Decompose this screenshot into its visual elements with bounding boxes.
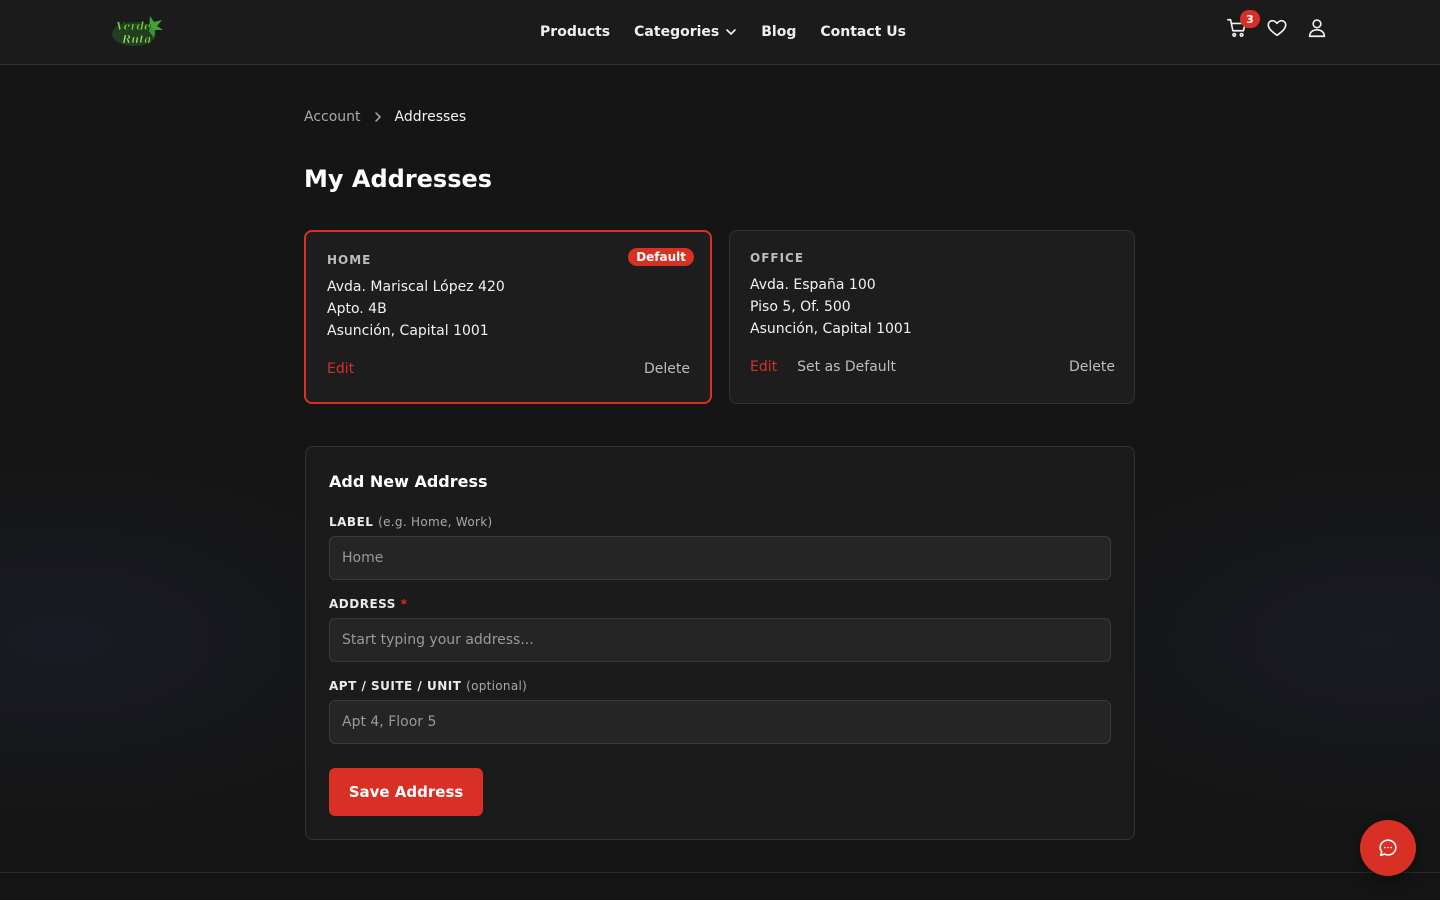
label-field-name: LABEL	[329, 515, 374, 529]
address-lines: Avda. España 100 Piso 5, Of. 500 Asunció…	[750, 274, 912, 340]
chat-button[interactable]	[1360, 820, 1416, 876]
address-line-2: Apto. 4B	[327, 301, 387, 317]
wishlist-button[interactable]	[1266, 16, 1288, 40]
account-button[interactable]	[1306, 16, 1328, 40]
address-lines: Avda. Mariscal López 420 Apto. 4B Asunci…	[327, 276, 505, 342]
breadcrumb-account-link[interactable]: Account	[304, 109, 361, 125]
address-line-3: Asunción, Capital 1001	[750, 321, 912, 337]
cart-count-badge: 3	[1240, 10, 1260, 28]
header-actions: 3	[1226, 10, 1328, 40]
save-address-button[interactable]: Save Address	[329, 768, 483, 816]
address-label: HOME	[327, 253, 372, 267]
address-line-2: Piso 5, Of. 500	[750, 299, 851, 315]
delete-address-button[interactable]: Delete	[644, 361, 690, 377]
nav-contact-us[interactable]: Contact Us	[820, 24, 906, 40]
address-input[interactable]	[329, 618, 1111, 662]
address-line-1: Avda. Mariscal López 420	[327, 279, 505, 295]
delete-address-button[interactable]: Delete	[1069, 359, 1115, 375]
form-title: Add New Address	[329, 472, 488, 491]
chat-bubble-icon	[1379, 839, 1397, 857]
user-icon	[1308, 19, 1326, 38]
site-header: Verde Ruta Products Categories Blog Cont…	[0, 0, 1440, 65]
apt-field-hint: (optional)	[466, 679, 528, 693]
address-line-1: Avda. España 100	[750, 277, 876, 293]
chevron-right-icon	[374, 112, 381, 122]
footer	[0, 872, 1440, 900]
required-asterisk: *	[400, 597, 408, 611]
address-actions: Edit Delete	[327, 361, 690, 377]
default-badge: Default	[628, 248, 694, 266]
label-field-hint: (e.g. Home, Work)	[378, 515, 493, 529]
nav-categories-label: Categories	[634, 24, 720, 40]
label-field-label: LABEL (e.g. Home, Work)	[329, 515, 493, 529]
address-label: OFFICE	[750, 251, 805, 265]
breadcrumb-current: Addresses	[394, 109, 467, 125]
breadcrumb: Account Addresses	[304, 109, 466, 125]
nav-categories[interactable]: Categories	[634, 24, 737, 40]
address-card-office: OFFICE Avda. España 100 Piso 5, Of. 500 …	[729, 230, 1135, 404]
nav-blog[interactable]: Blog	[761, 24, 796, 40]
cart-button[interactable]: 3	[1226, 10, 1260, 40]
address-card-home: HOME Default Avda. Mariscal López 420 Ap…	[304, 230, 712, 404]
page-title: My Addresses	[304, 165, 493, 193]
main-nav: Products Categories Blog Contact Us	[0, 0, 1440, 64]
chevron-down-icon	[726, 29, 737, 36]
apt-input[interactable]	[329, 700, 1111, 744]
address-field-name: ADDRESS	[329, 597, 396, 611]
heart-icon	[1267, 19, 1287, 37]
set-default-button[interactable]: Set as Default	[797, 359, 896, 375]
address-line-3: Asunción, Capital 1001	[327, 323, 489, 339]
label-input[interactable]	[329, 536, 1111, 580]
apt-field-label: APT / SUITE / UNIT (optional)	[329, 679, 527, 693]
edit-address-button[interactable]: Edit	[327, 361, 354, 377]
address-actions: Edit Set as Default Delete	[750, 359, 1115, 375]
edit-address-button[interactable]: Edit	[750, 359, 777, 375]
apt-field-name: APT / SUITE / UNIT	[329, 679, 462, 693]
address-field-label: ADDRESS *	[329, 597, 407, 611]
nav-products[interactable]: Products	[540, 24, 610, 40]
add-address-form: Add New Address LABEL (e.g. Home, Work) …	[305, 446, 1135, 840]
